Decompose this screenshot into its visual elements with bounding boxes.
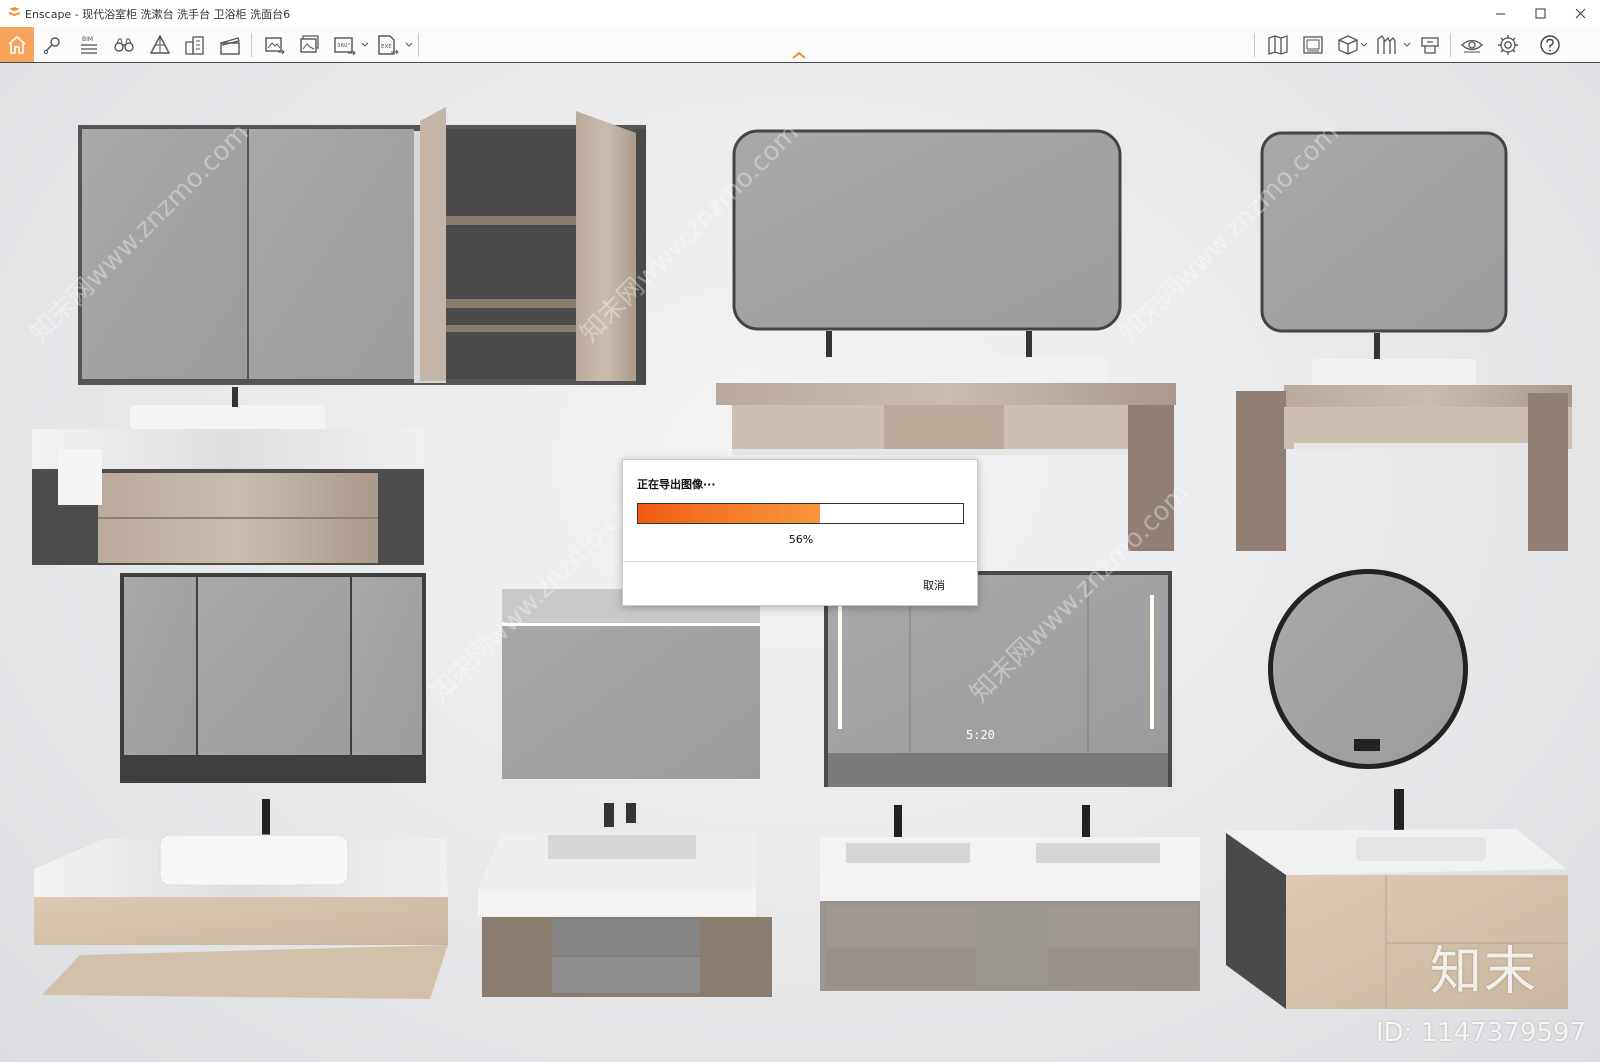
sun-lamp-icon bbox=[1421, 36, 1439, 54]
binoculars-icon bbox=[114, 38, 134, 52]
toolbar-separator bbox=[251, 33, 252, 57]
enscape-logo-icon bbox=[9, 7, 20, 16]
exe-label: EXE bbox=[381, 44, 392, 50]
title-bar: Enscape - 现代浴室柜 洗漱台 洗手台 卫浴柜 洗面台6 bbox=[0, 0, 1600, 27]
collapse-toolbar-icon[interactable] bbox=[791, 50, 807, 60]
mirror-cabinet-open bbox=[78, 107, 646, 385]
bim-button[interactable]: BIM bbox=[72, 27, 106, 62]
export-screenshot-button[interactable] bbox=[258, 27, 292, 62]
exe-export-button[interactable]: EXE bbox=[371, 27, 405, 62]
close-button[interactable] bbox=[1560, 0, 1600, 27]
home-button[interactable] bbox=[0, 27, 34, 62]
help-icon bbox=[1540, 34, 1560, 55]
bim-label: BIM bbox=[82, 36, 93, 43]
perspective-button[interactable] bbox=[143, 27, 177, 62]
walk-mode-button[interactable] bbox=[107, 27, 141, 62]
panorama-label: 360° bbox=[337, 43, 350, 49]
live-link-button[interactable] bbox=[36, 27, 70, 62]
views-icon bbox=[1303, 35, 1323, 54]
settings-button[interactable] bbox=[1491, 27, 1525, 62]
atmosphere-button[interactable] bbox=[1413, 27, 1447, 62]
screenshot-export-icon bbox=[265, 36, 285, 54]
visual-settings-button[interactable] bbox=[1455, 27, 1489, 62]
perspective-icon bbox=[149, 34, 171, 54]
exe-export-icon: EXE bbox=[378, 34, 399, 55]
cube-icon bbox=[1338, 34, 1358, 55]
video-editor-button[interactable] bbox=[213, 27, 247, 62]
close-icon bbox=[1575, 8, 1585, 19]
bim-list-icon: BIM bbox=[81, 36, 97, 54]
maximize-icon bbox=[1535, 8, 1545, 19]
panorama-export-icon: 360° bbox=[334, 36, 356, 55]
chevron-down-icon[interactable] bbox=[405, 41, 413, 49]
map-button[interactable] bbox=[1261, 27, 1295, 62]
mirror-cabinet-left bbox=[120, 573, 426, 783]
dialog-divider bbox=[623, 561, 977, 562]
dialog-title: 正在导出图像··· bbox=[637, 478, 716, 491]
toolbar-separator bbox=[1254, 33, 1255, 57]
help-button[interactable] bbox=[1533, 27, 1567, 62]
asset-library-button[interactable] bbox=[1369, 27, 1403, 62]
maximize-button[interactable] bbox=[1520, 0, 1560, 27]
chevron-down-icon[interactable] bbox=[361, 41, 369, 49]
batch-export-icon bbox=[300, 34, 319, 53]
progress-bar bbox=[637, 503, 964, 524]
chevron-down-icon[interactable] bbox=[1403, 41, 1411, 49]
toolbar-separator bbox=[1450, 33, 1451, 57]
round-mirror bbox=[1268, 569, 1468, 769]
chevron-down-icon[interactable] bbox=[1360, 41, 1368, 49]
marble-vanity-wall bbox=[32, 387, 424, 565]
location-pin-icon bbox=[43, 36, 60, 54]
views-button[interactable] bbox=[1296, 27, 1330, 62]
home-icon bbox=[8, 35, 26, 54]
toolbar-separator bbox=[418, 33, 419, 57]
watermark-id: ID: 1147379597 bbox=[1375, 1018, 1586, 1048]
window-title: Enscape - 现代浴室柜 洗漱台 洗手台 卫浴柜 洗面台6 bbox=[25, 8, 291, 21]
export-progress-dialog: 正在导出图像··· 56% 取消 bbox=[622, 459, 978, 606]
batch-export-button[interactable] bbox=[293, 27, 327, 62]
progress-percent: 56% bbox=[788, 533, 814, 546]
vanity-double-basin bbox=[820, 805, 1200, 991]
asset-library-icon bbox=[1377, 34, 1396, 54]
light-strip-mirror bbox=[502, 589, 760, 779]
buildings-icon bbox=[185, 35, 204, 55]
cancel-button[interactable]: 取消 bbox=[923, 577, 945, 593]
minimize-button[interactable] bbox=[1480, 0, 1520, 27]
views-manager-button[interactable] bbox=[178, 27, 212, 62]
watermark-logo: 知末 bbox=[1429, 942, 1538, 1002]
vanity-marble-floating bbox=[34, 799, 448, 999]
vanity-grey-drawers bbox=[478, 803, 772, 997]
eye-icon bbox=[1461, 39, 1483, 52]
map-icon bbox=[1268, 34, 1288, 55]
minimize-icon bbox=[1495, 13, 1505, 15]
progress-fill bbox=[638, 504, 820, 523]
settings-icon bbox=[1498, 34, 1518, 55]
clapperboard-icon bbox=[220, 36, 240, 55]
mirror-clock: 5:20 bbox=[966, 728, 995, 742]
panorama-export-button[interactable]: 360° bbox=[328, 27, 362, 62]
enscape-window: Enscape - 现代浴室柜 洗漱台 洗手台 卫浴柜 洗面台6 BIM 360… bbox=[0, 0, 1600, 1062]
